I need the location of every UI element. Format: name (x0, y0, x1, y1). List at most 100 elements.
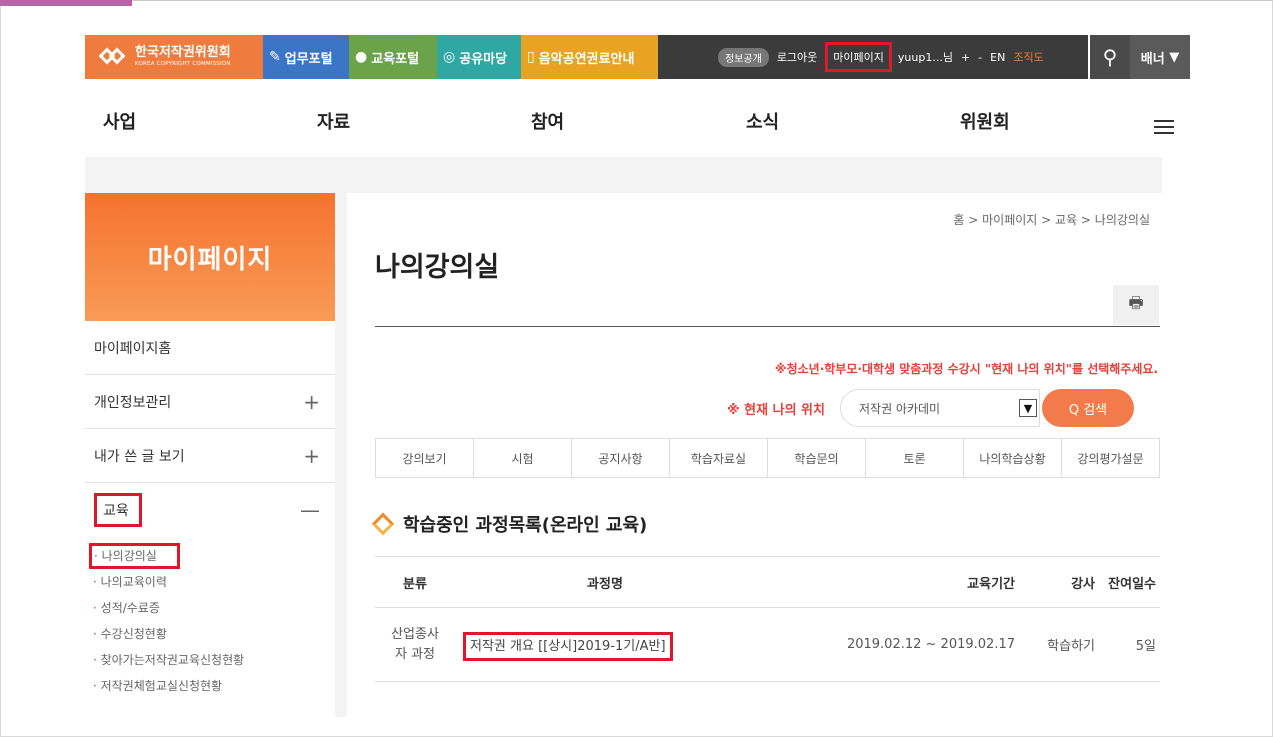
mypage-link[interactable]: 마이페이지 (825, 42, 892, 72)
location-selector-row: ※ 현재 나의 위치 저작권 아카데미 ▼ Q 검색 (727, 389, 1134, 427)
course-table: 분류 과정명 교육기간 강사 잔여일수 산업종사자 과정 저작권 개요 [[상시… (375, 556, 1160, 682)
browser-tab-accent (0, 0, 132, 6)
chevron-down-icon: ▼ (1018, 399, 1037, 417)
tab-notice[interactable]: 공지사항 (572, 439, 670, 477)
submenu-edu-history[interactable]: · 나의교육이력 (93, 569, 335, 595)
cell-remaining: 5일 (1135, 639, 1156, 654)
tab-discussion[interactable]: 토론 (866, 439, 964, 477)
user-links: 정보공개 로그아웃 마이페이지 yuup1...님 + - EN 조직도 (658, 35, 1088, 79)
diamond-icon (371, 512, 395, 536)
tab-my-progress[interactable]: 나의학습상황 (964, 439, 1062, 477)
submenu-label: 나의강의실 (101, 549, 157, 563)
location-label: ※ 현재 나의 위치 (727, 402, 825, 418)
col-course: 과정명 (587, 576, 623, 592)
menu-work-portal[interactable]: ✎ 업무포털 (263, 35, 349, 79)
plus-icon: + (303, 443, 320, 468)
sidebar: 마이페이지 마이페이지홈 개인정보관리 + 내가 쓴 글 보기 + 교육 — · 나의… (85, 193, 335, 723)
sidebar-item-my-posts[interactable]: 내가 쓴 글 보기 + (85, 429, 335, 483)
main-navigation: 사업 자료 참여 소식 위원회 (0, 108, 1273, 138)
menu-label: 공유마당 (459, 51, 508, 67)
search-button[interactable]: Q 검색 (1041, 389, 1134, 427)
menu-share[interactable]: ◎ 공유마당 (437, 35, 521, 79)
submenu-label: 나의교육이력 (100, 575, 167, 589)
tab-materials[interactable]: 학습자료실 (670, 439, 768, 477)
table-header: 분류 과정명 교육기간 강사 잔여일수 (375, 556, 1160, 608)
section-title-text: 학습중인 과정목록(온라인 교육) (403, 515, 648, 536)
menu-label: 업무포털 (284, 51, 333, 67)
gnb-item-resources[interactable]: 자료 (317, 108, 350, 134)
english-link[interactable]: EN (990, 51, 1005, 64)
gnb-item-participation[interactable]: 참여 (531, 108, 564, 134)
gnb-item-business[interactable]: 사업 (103, 108, 136, 134)
col-period: 교육기간 (967, 576, 1015, 592)
logo-name: 한국저작권위원회 (135, 45, 231, 61)
sidebar-item-education[interactable]: 교육 — (85, 483, 335, 537)
sidebar-item-label: 마이페이지홈 (94, 340, 172, 357)
sidebar-item-label: 내가 쓴 글 보기 (94, 448, 185, 465)
location-select-value: 저작권 아카데미 (858, 401, 941, 416)
font-minus-button[interactable]: - (978, 51, 982, 64)
col-teacher: 강사 (1071, 576, 1095, 592)
tab-inquiry[interactable]: 학습문의 (768, 439, 866, 477)
menu-label: 교육포털 (371, 51, 420, 67)
pencil-icon: ✎ (269, 49, 281, 65)
study-link[interactable]: 학습하기 (1015, 635, 1095, 654)
submenu-label: 수강신청현황 (100, 627, 167, 641)
submenu-experience-class[interactable]: · 저작권체험교실신청현황 (93, 673, 335, 699)
sidebar-item-mypage-home[interactable]: 마이페이지홈 (85, 321, 335, 375)
mic-icon: ● (355, 49, 368, 65)
plus-icon: + (303, 389, 320, 414)
col-remaining: 잔여일수 (1108, 576, 1156, 592)
sidebar-item-personal-info[interactable]: 개인정보관리 + (85, 375, 335, 429)
logout-link[interactable]: 로그아웃 (777, 49, 817, 65)
course-link[interactable]: 저작권 개요 [[상시]2019-1기/A반] (463, 632, 673, 661)
gnb-item-committee[interactable]: 위원회 (960, 108, 1010, 134)
book-icon: ▯ (527, 49, 535, 65)
page-title: 나의강의실 (375, 252, 500, 283)
location-notice: ※청소년·학부모·대학생 맞춤과정 수강시 "현재 나의 위치"를 선택해주세요… (774, 362, 1158, 376)
sidebar-title: 마이페이지 (85, 193, 335, 321)
menu-edu-portal[interactable]: ● 교육포털 (349, 35, 437, 79)
minus-icon: — (300, 498, 320, 522)
submenu-label: 성적/수료증 (100, 601, 160, 615)
top-utility-bar: 한국저작권위원회 KOREA COPYRIGHT COMMISSION ✎ 업무포… (85, 35, 1190, 79)
font-plus-button[interactable]: + (961, 51, 970, 64)
menu-label: 음악공연권료안내 (538, 51, 635, 67)
menu-music-fee[interactable]: ▯ 음악공연권료안내 (521, 35, 658, 79)
breadcrumb: 홈 > 마이페이지 > 교육 > 나의강의실 (953, 213, 1150, 227)
submenu-label: 찾아가는저작권교육신청현황 (100, 653, 245, 667)
search-icon[interactable]: ⚲ (1090, 35, 1130, 79)
logo-mark-icon (98, 42, 129, 72)
main-content: 홈 > 마이페이지 > 교육 > 나의강의실 나의강의실 🖶 ※청소년·학부모·… (347, 193, 1162, 723)
submenu-visiting-edu[interactable]: · 찾아가는저작권교육신청현황 (93, 647, 335, 673)
classroom-tabs: 강의보기 시험 공지사항 학습자료실 학습문의 토론 나의학습상황 강의평가설문 (375, 438, 1160, 478)
info-public-link[interactable]: 정보공개 (718, 47, 769, 67)
print-icon[interactable]: 🖶 (1113, 285, 1159, 325)
site-logo[interactable]: 한국저작권위원회 KOREA COPYRIGHT COMMISSION (85, 35, 263, 79)
location-select[interactable]: 저작권 아카데미 ▼ (839, 389, 1040, 427)
gnb-item-news[interactable]: 소식 (746, 108, 779, 134)
submenu-grades[interactable]: · 성적/수료증 (93, 595, 335, 621)
cell-category: 산업종사자 과정 (391, 626, 439, 662)
sidebar-item-label: 교육 (94, 493, 142, 527)
cell-period: 2019.02.12 ~ 2019.02.17 (846, 637, 1015, 652)
section-title: 학습중인 과정목록(온라인 교육) (371, 511, 648, 537)
share-icon: ◎ (443, 49, 456, 65)
logo-subtitle: KOREA COPYRIGHT COMMISSION (135, 61, 231, 68)
banner-dropdown[interactable]: 배너 ▼ (1130, 35, 1190, 79)
submenu-my-classroom[interactable]: · 나의강의실 (89, 543, 335, 569)
tab-survey[interactable]: 강의평가설문 (1062, 439, 1159, 477)
tab-lecture[interactable]: 강의보기 (376, 439, 474, 477)
user-name: yuup1...님 (897, 51, 953, 64)
sidebar-item-label: 개인정보관리 (94, 394, 172, 411)
submenu-enrollment[interactable]: · 수강신청현황 (93, 621, 335, 647)
education-submenu: · 나의강의실 · 나의교육이력 · 성적/수료증 · 수강신청현황 · 찾아가… (85, 537, 335, 699)
submenu-label: 저작권체험교실신청현황 (100, 679, 223, 693)
chevron-down-icon: ▼ (1164, 49, 1180, 65)
table-row: 산업종사자 과정 저작권 개요 [[상시]2019-1기/A반] 2019.02… (375, 608, 1160, 682)
hamburger-menu-icon[interactable] (1154, 120, 1174, 136)
orgchart-link[interactable]: 조직도 (1013, 49, 1043, 65)
tab-exam[interactable]: 시험 (474, 439, 572, 477)
title-divider (375, 326, 1160, 327)
banner-label: 배너 (1140, 51, 1165, 67)
